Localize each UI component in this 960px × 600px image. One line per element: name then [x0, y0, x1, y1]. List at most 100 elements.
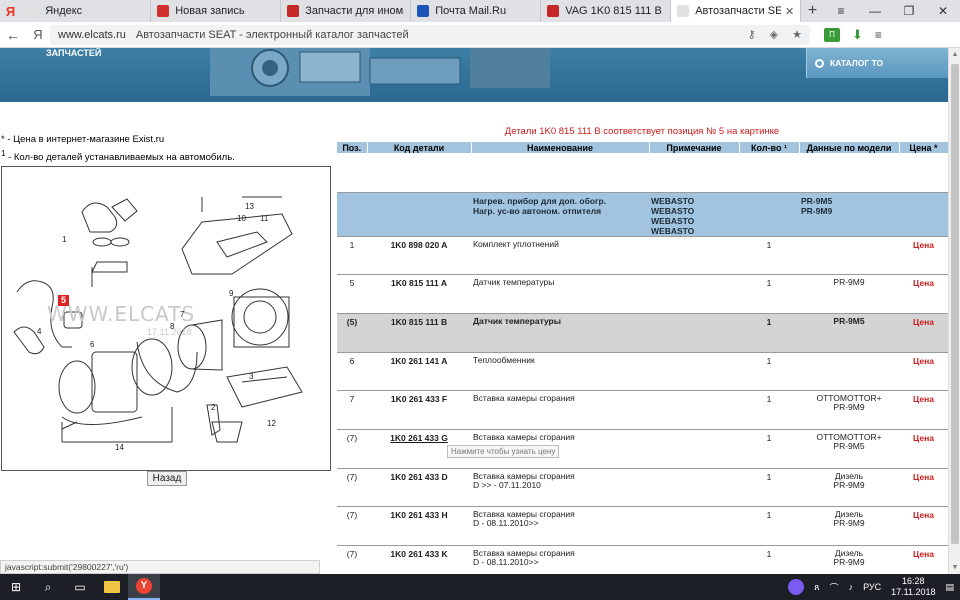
- back-arrow-icon[interactable]: ←: [0, 27, 26, 43]
- diagram-label[interactable]: 8: [170, 322, 174, 331]
- diagram-label[interactable]: 13: [245, 202, 254, 211]
- scroll-up-arrow-icon[interactable]: ▲: [949, 51, 960, 58]
- minimize-icon[interactable]: —: [858, 0, 892, 22]
- part-code-link[interactable]: 1K0 261 433 K: [367, 545, 471, 574]
- table-row[interactable]: 5 1K0 815 111 A Датчик температуры 1 PR-9M9 Ц…: [337, 274, 948, 314]
- url-field[interactable]: www.elcats.ru Автозапчасти SEAT - электр…: [50, 24, 810, 45]
- row-model-text: PR-9M9: [833, 479, 865, 490]
- table-row[interactable]: (7) 1K0 261 433 G Вставка камеры сгорания 1…: [337, 429, 948, 469]
- part-code-link[interactable]: 1K0 261 433 H: [367, 506, 471, 546]
- price-link[interactable]: Цена: [899, 545, 948, 574]
- language-indicator[interactable]: РУС: [863, 582, 881, 592]
- selected-position-marker[interactable]: 5: [58, 295, 69, 306]
- file-explorer-icon[interactable]: [96, 574, 128, 600]
- parts-diagram[interactable]: WWW.ELCATS 17.11.2018 5 1 13 10 11 7 8 6…: [1, 166, 331, 471]
- diagram-label[interactable]: 10: [237, 214, 246, 223]
- restore-icon[interactable]: ❐: [892, 0, 926, 22]
- catalog-to-button[interactable]: КАТАЛОГ ТО: [806, 48, 948, 78]
- part-code-link[interactable]: 1K0 898 020 A: [367, 236, 471, 276]
- price-link[interactable]: Цена: [899, 313, 948, 353]
- search-icon[interactable]: ⌕: [32, 574, 64, 600]
- qty-note: 1 - Кол-во деталей устанавливаемых на ав…: [1, 149, 235, 163]
- part-code-link[interactable]: 1K0 815 111 B: [367, 313, 471, 353]
- table-row[interactable]: 1 1K0 898 020 A Комплект уплотнений 1 Цена: [337, 236, 948, 276]
- group-note-line: WEBASTO: [651, 195, 695, 206]
- browser-tab[interactable]: Почта Mail.Ru: [411, 0, 542, 22]
- table-row[interactable]: (7) 1K0 261 433 D Вставка камеры сгорания D…: [337, 468, 948, 508]
- people-icon[interactable]: ጸ: [814, 582, 819, 593]
- diagram-label[interactable]: 12: [267, 419, 276, 428]
- row-qty: 1: [739, 236, 799, 276]
- close-window-icon[interactable]: ✕: [926, 0, 960, 22]
- row-pos-text: (7): [346, 471, 358, 482]
- task-view-icon[interactable]: ▭: [64, 574, 96, 600]
- row-note: [649, 274, 739, 314]
- price-link[interactable]: Цена: [899, 390, 948, 430]
- browser-tab[interactable]: Новая запись: [151, 0, 282, 22]
- new-tab-button[interactable]: +: [801, 0, 824, 22]
- row-qty: 1: [739, 468, 799, 508]
- row-name-text: Датчик температуры: [473, 315, 562, 326]
- volume-icon[interactable]: ♪: [849, 582, 854, 592]
- windows-start-icon[interactable]: ⊞: [0, 574, 32, 600]
- row-qty: 1: [739, 352, 799, 392]
- clock[interactable]: 16:28 17.11.2018: [891, 576, 935, 598]
- group-name-line: Нагрев. прибор для доп. обогр.: [473, 195, 607, 206]
- scrollbar-thumb[interactable]: [951, 64, 959, 544]
- yandex-browser-icon[interactable]: Y: [128, 574, 160, 600]
- part-code-link[interactable]: 1K0 261 141 A: [367, 352, 471, 392]
- close-tab-icon[interactable]: ✕: [785, 5, 794, 18]
- row-model: OTTOMOTTOR+ PR-9M5: [799, 429, 899, 469]
- page-scrollbar[interactable]: ▲ ▼: [948, 48, 960, 574]
- row-qty: 1: [739, 313, 799, 353]
- browser-tab[interactable]: VAG 1K0 815 111 В Датчик: [541, 0, 672, 22]
- table-row[interactable]: (7) 1K0 261 433 H Вставка камеры сгорания D…: [337, 506, 948, 546]
- diagram-label[interactable]: 14: [115, 443, 124, 452]
- menu-icon[interactable]: ≡: [824, 0, 858, 22]
- diagram-label[interactable]: 6: [90, 340, 94, 349]
- yandex-logo[interactable]: Я: [0, 0, 21, 22]
- table-row[interactable]: (7) 1K0 261 433 K Вставка камеры сгорания D…: [337, 545, 948, 574]
- price-link[interactable]: Цена: [899, 236, 948, 276]
- part-code-link[interactable]: 1K0 261 433 D: [367, 468, 471, 508]
- row-name: Вставка камеры сгорания D >> - 07.11.2010: [471, 468, 649, 508]
- diagram-label[interactable]: 11: [260, 214, 268, 223]
- part-code-link[interactable]: 1K0 261 433 F: [367, 390, 471, 430]
- back-button[interactable]: Назад: [147, 471, 187, 486]
- scroll-down-arrow-icon[interactable]: ▼: [949, 564, 960, 571]
- price-link[interactable]: Цена: [899, 506, 948, 546]
- diagram-label[interactable]: 7: [180, 310, 184, 319]
- bookmark-star-icon[interactable]: ★: [792, 28, 802, 41]
- browser-tab[interactable]: Автозапчасти SEAT - элек ✕: [671, 0, 802, 22]
- extension-icon[interactable]: П: [824, 27, 840, 42]
- table-row[interactable]: 7 1K0 261 433 F Вставка камеры сгорания 1 OT…: [337, 390, 948, 430]
- notifications-icon[interactable]: ▤: [945, 582, 954, 593]
- diagram-label[interactable]: 3: [249, 372, 253, 381]
- protect-icon[interactable]: ◈: [770, 28, 778, 41]
- browser-tab[interactable]: Яндекс: [21, 0, 152, 22]
- yandex-home-icon[interactable]: Я: [26, 27, 50, 42]
- diagram-label[interactable]: 4: [37, 327, 41, 336]
- price-link[interactable]: Цена: [899, 468, 948, 508]
- diagram-label[interactable]: 1: [62, 235, 66, 244]
- table-row[interactable]: (5) 1K0 815 111 B Датчик температуры 1 PR-9M…: [337, 313, 948, 353]
- table-row[interactable]: 6 1K0 261 141 A Теплообменник 1 Цена: [337, 352, 948, 392]
- address-bar: ← Я www.elcats.ru Автозапчасти SEAT - эл…: [0, 22, 960, 48]
- group-note-line: WEBASTO: [651, 215, 695, 226]
- row-pos: (7): [337, 429, 367, 469]
- diagram-label[interactable]: 9: [229, 289, 233, 298]
- key-icon[interactable]: ⚷: [748, 28, 756, 41]
- more-menu-icon[interactable]: ≡: [875, 28, 882, 42]
- diagram-label[interactable]: 2: [211, 403, 215, 412]
- network-icon[interactable]: ⌒: [830, 581, 839, 594]
- part-code-link[interactable]: 1K0 815 111 A: [367, 274, 471, 314]
- download-icon[interactable]: ⬇: [852, 27, 863, 43]
- price-link-text: Цена: [913, 549, 934, 559]
- price-link[interactable]: Цена: [899, 274, 948, 314]
- tab-title: Почта Mail.Ru: [435, 5, 507, 17]
- row-name-text: D - 08.11.2010>>: [473, 518, 539, 529]
- price-link[interactable]: Цена: [899, 352, 948, 392]
- price-link[interactable]: Цена: [899, 429, 948, 469]
- browser-tab[interactable]: Запчасти для иномарок оп: [281, 0, 412, 22]
- alice-assistant-icon[interactable]: [788, 579, 805, 595]
